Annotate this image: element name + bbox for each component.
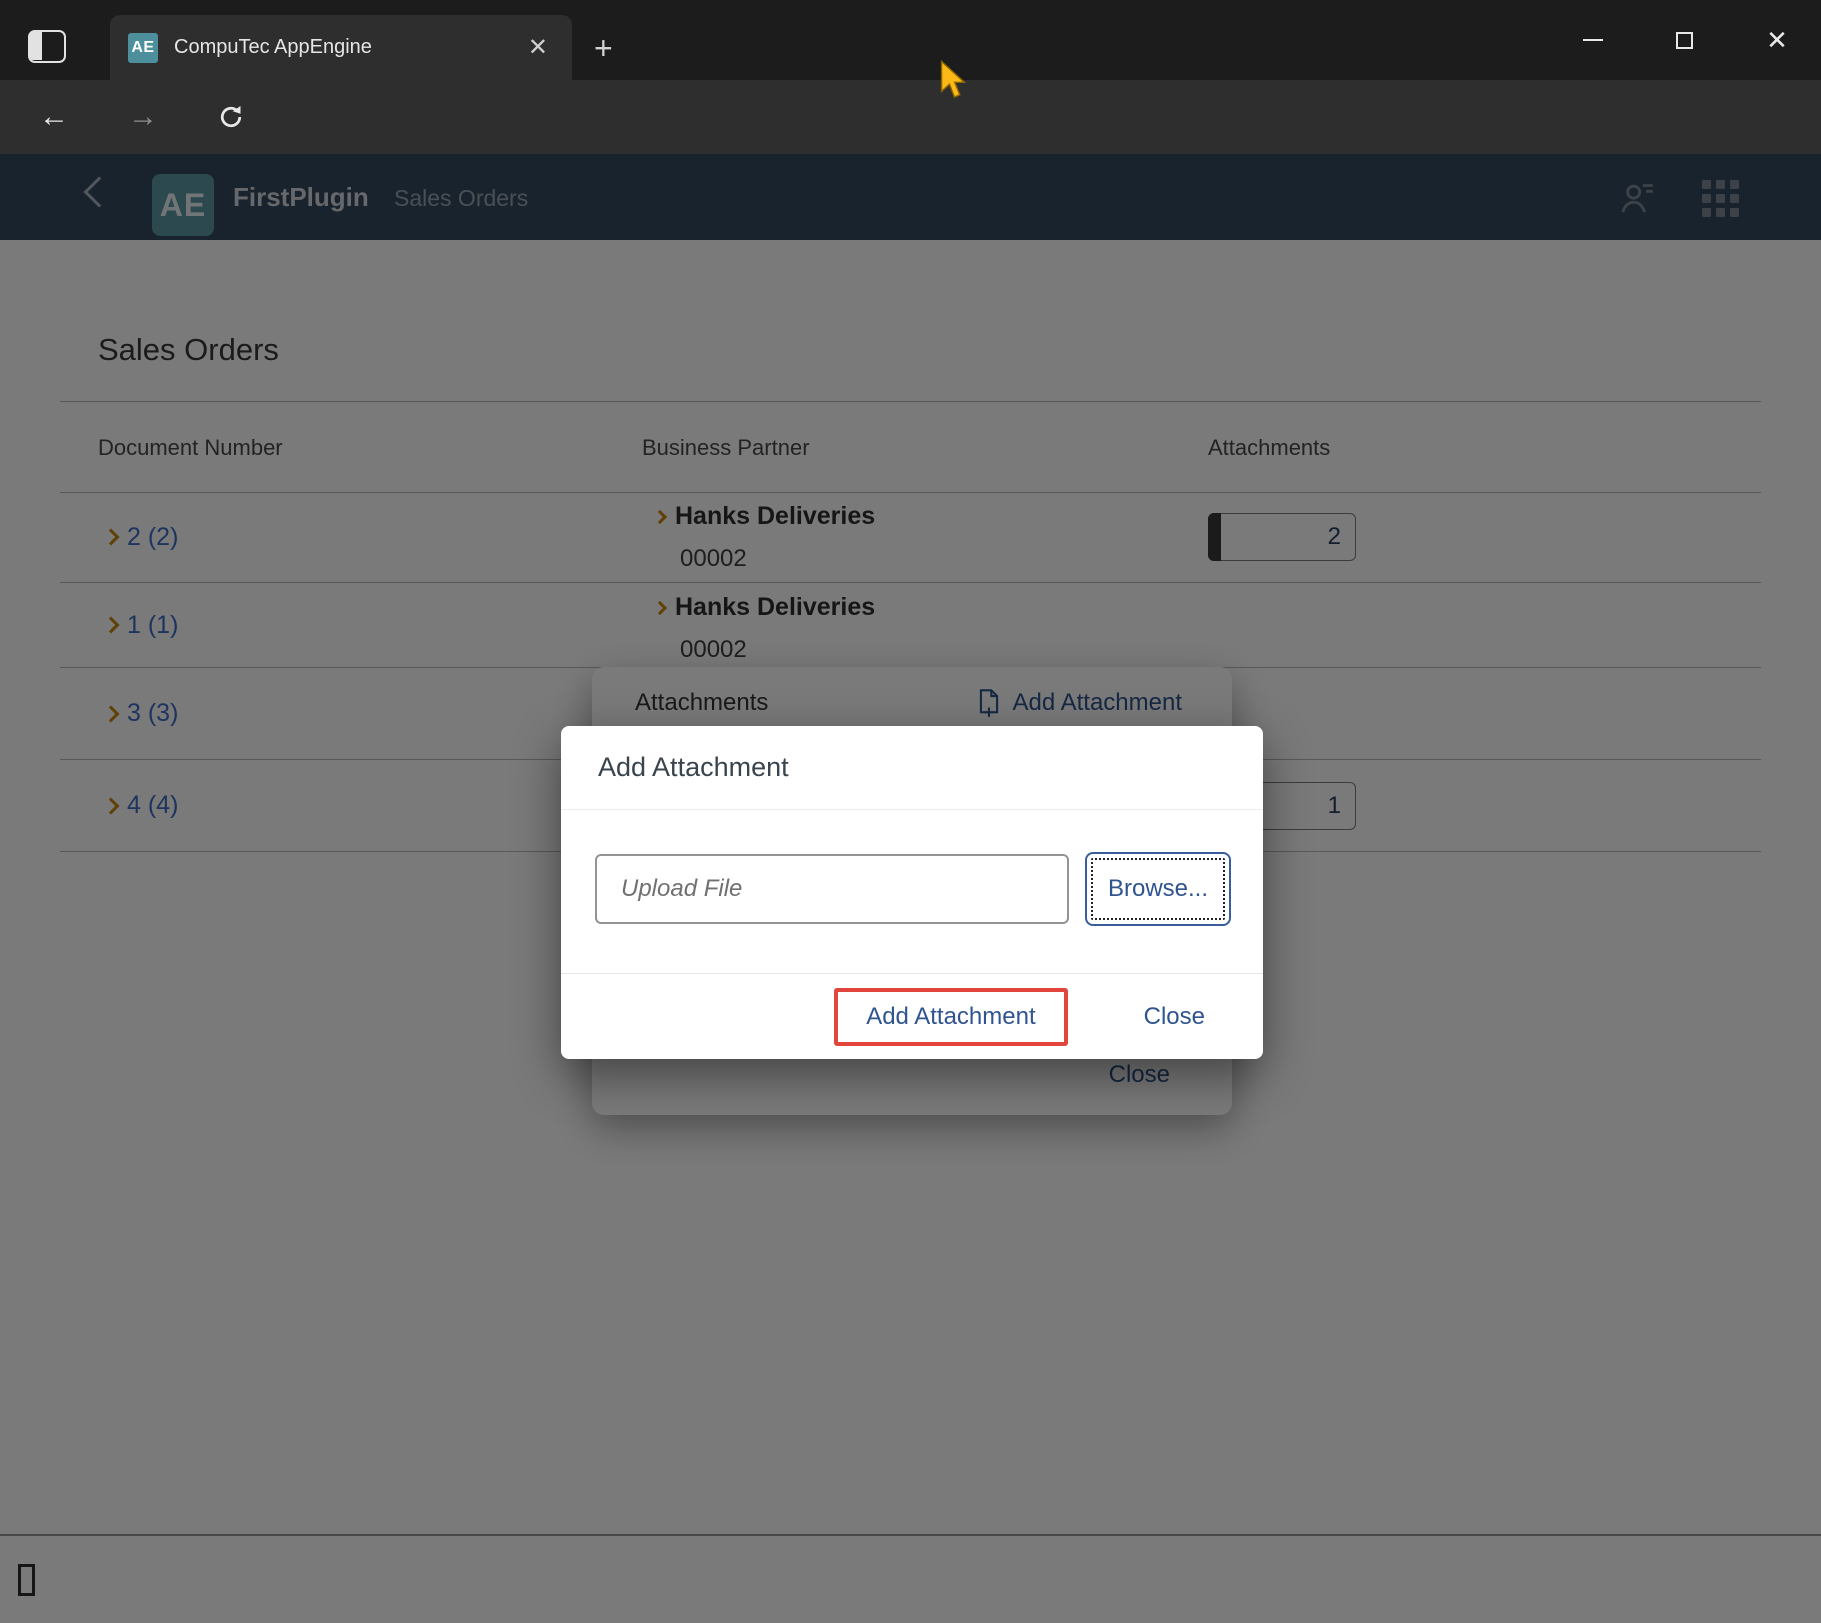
mouse-cursor xyxy=(938,60,968,100)
browser-toolbar: ← → localhost:54000/webcontent/launchpad… xyxy=(0,80,1821,154)
upload-file-input[interactable] xyxy=(595,854,1069,924)
modal-add-attachment-button[interactable]: Add Attachment xyxy=(866,1003,1035,1031)
browser-tab[interactable]: AE CompuTec AppEngine ✕ xyxy=(110,15,572,80)
window-minimize-button[interactable] xyxy=(1565,16,1621,64)
screen: AE CompuTec AppEngine ✕ + ✕ ← → localhos… xyxy=(0,0,1821,1623)
modal-body: Browse... xyxy=(561,810,1263,973)
reload-icon xyxy=(216,102,246,132)
tab-close-icon[interactable]: ✕ xyxy=(522,34,554,62)
back-button[interactable]: ← xyxy=(24,80,84,154)
modal-title: Add Attachment xyxy=(598,752,789,783)
modal-close-button[interactable]: Close xyxy=(1144,1003,1205,1031)
tab-title: CompuTec AppEngine xyxy=(174,36,522,59)
annotation-highlight: Add Attachment xyxy=(834,988,1067,1046)
add-attachment-modal: Add Attachment Browse... Add Attachment … xyxy=(561,726,1263,1059)
new-tab-button[interactable]: + xyxy=(594,32,613,64)
tab-favicon: AE xyxy=(128,33,158,63)
reload-button[interactable] xyxy=(201,80,261,154)
modal-header: Add Attachment xyxy=(561,726,1263,810)
tab-actions-icon[interactable] xyxy=(28,30,66,63)
browse-button[interactable]: Browse... xyxy=(1085,852,1231,926)
window-maximize-button[interactable] xyxy=(1656,16,1712,64)
web-page: AE FirstPlugin Sales Orders Sales Orders… xyxy=(0,154,1821,1623)
window-close-button[interactable]: ✕ xyxy=(1749,16,1805,64)
browser-titlebar: AE CompuTec AppEngine ✕ + ✕ xyxy=(0,0,1821,80)
modal-footer: Add Attachment Close xyxy=(561,973,1263,1059)
forward-button[interactable]: → xyxy=(113,80,173,154)
